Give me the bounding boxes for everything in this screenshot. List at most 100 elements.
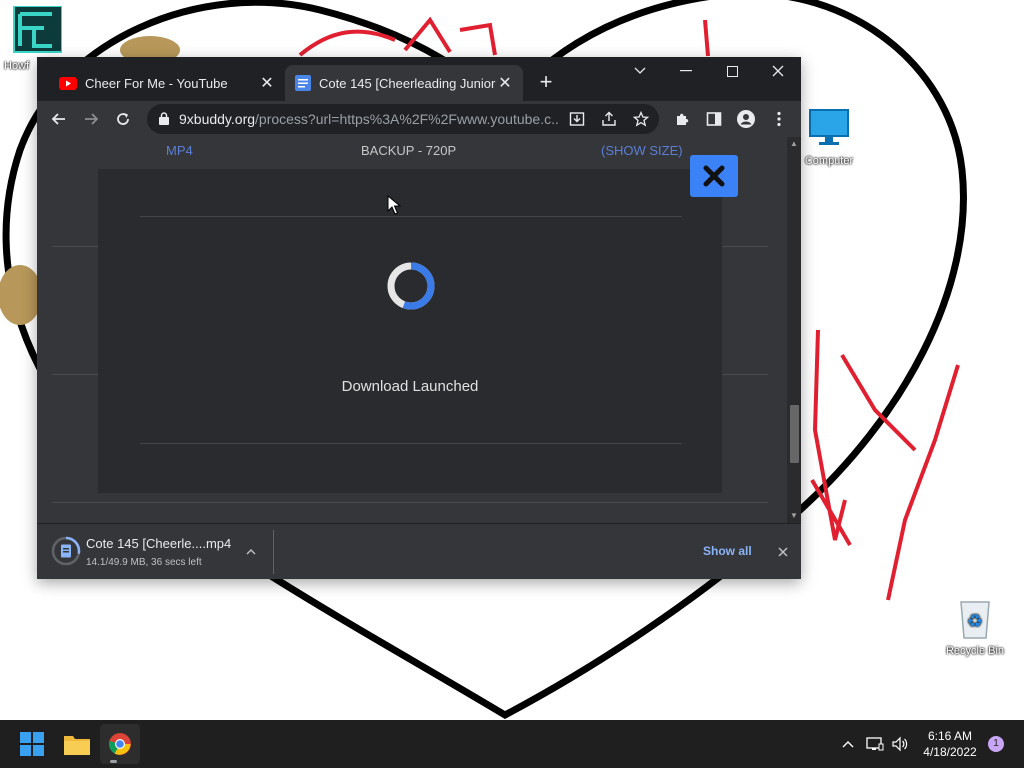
address-bar[interactable]: 9xbuddy.org/process?url=https%3A%2F%2Fww…	[147, 104, 659, 134]
divider	[52, 246, 98, 247]
tab-title: Cote 145 [Cheerleading Junior 2	[319, 75, 497, 91]
vertical-scrollbar[interactable]: ▲ ▼	[787, 137, 801, 523]
desktop-icon-howf[interactable]: Howf	[4, 5, 63, 72]
running-indicator	[110, 760, 117, 763]
download-filename[interactable]: Cote 145 [Cheerle....mp4	[86, 536, 231, 551]
loading-spinner-icon	[387, 262, 435, 310]
download-progress-icon	[51, 536, 81, 566]
desktop-icon-computer[interactable]: Computer	[800, 108, 858, 167]
download-bar: Cote 145 [Cheerle....mp4 14.1/49.9 MB, 3…	[37, 523, 801, 579]
chevron-up-icon	[842, 741, 854, 748]
show-all-button[interactable]: Show all	[703, 544, 752, 558]
youtube-icon	[59, 76, 77, 90]
network-icon	[866, 737, 884, 751]
recycle-bin-icon: ♻	[960, 601, 990, 639]
modal-divider	[140, 443, 682, 444]
install-app-button[interactable]	[565, 107, 589, 131]
volume-icon	[892, 736, 908, 752]
minimize-button[interactable]	[663, 57, 709, 85]
scrollbar-thumb[interactable]	[790, 405, 799, 463]
chevron-up-icon[interactable]	[246, 548, 256, 555]
tab-strip: Cheer For Me - YouTube ✕ Cote 145 [Cheer…	[37, 57, 801, 101]
close-tab-icon[interactable]: ✕	[259, 75, 275, 92]
url-path: /process?url=https%3A%2F%2Fwww.youtube.c…	[255, 111, 559, 127]
file-explorer-button[interactable]	[57, 724, 97, 764]
arrow-left-icon	[51, 113, 65, 125]
download-modal: Download Launched	[98, 169, 722, 493]
menu-button[interactable]	[767, 107, 791, 131]
taskbar: 6:16 AM 4/18/2022	[0, 720, 1024, 768]
extensions-button[interactable]	[671, 107, 695, 131]
scroll-up-arrow-icon[interactable]: ▲	[787, 137, 801, 151]
app-shortcut-icon	[13, 5, 63, 53]
reload-icon	[117, 113, 129, 125]
side-panel-button[interactable]	[702, 107, 726, 131]
page-content: MP4 BACKUP - 720P (SHOW SIZE) Download L…	[37, 137, 787, 523]
browser-toolbar: 9xbuddy.org/process?url=https%3A%2F%2Fww…	[37, 101, 801, 137]
clock[interactable]: 6:16 AM 4/18/2022	[918, 728, 982, 760]
close-window-button[interactable]	[755, 57, 801, 85]
format-label: MP4	[166, 143, 193, 158]
maximize-icon	[726, 65, 738, 77]
modal-divider	[140, 216, 682, 217]
chevron-down-icon	[634, 67, 646, 74]
show-hidden-icons-button[interactable]	[838, 720, 858, 768]
star-icon	[633, 111, 649, 127]
folder-icon	[64, 736, 90, 755]
divider	[722, 246, 768, 247]
svg-text:♻: ♻	[967, 611, 983, 632]
chrome-icon	[109, 733, 131, 755]
volume-button[interactable]	[888, 720, 912, 768]
new-tab-button[interactable]: +	[535, 71, 557, 93]
windows-logo-icon	[20, 732, 44, 756]
divider	[52, 374, 98, 375]
desktop-icon-recycle-bin[interactable]: ♻ Recycle Bin	[942, 596, 1008, 657]
desktop-icon-label: Recycle Bin	[945, 645, 1005, 657]
profile-avatar-icon	[737, 110, 755, 128]
browser-window: Cheer For Me - YouTube ✕ Cote 145 [Cheer…	[37, 57, 801, 579]
mouse-cursor-icon	[387, 195, 401, 215]
maximize-button[interactable]	[709, 57, 755, 85]
close-icon	[772, 65, 784, 77]
reload-button[interactable]	[111, 107, 135, 131]
share-button[interactable]	[597, 107, 621, 131]
network-button[interactable]	[864, 720, 886, 768]
url-host: 9xbuddy.org	[179, 111, 256, 127]
minimize-icon	[680, 70, 692, 72]
install-icon	[569, 112, 585, 126]
desktop-icon-label: Howf	[4, 60, 30, 72]
monitor-icon	[809, 109, 849, 145]
arrow-right-icon	[85, 113, 99, 125]
download-divider	[273, 530, 274, 574]
close-download-bar-icon[interactable]	[778, 547, 788, 557]
close-modal-button[interactable]	[690, 155, 738, 197]
clock-date: 4/18/2022	[923, 745, 977, 759]
clock-time: 6:16 AM	[927, 729, 973, 743]
tab-search-button[interactable]	[617, 57, 663, 85]
chrome-taskbar-button[interactable]	[100, 724, 140, 764]
notification-badge[interactable]: 1	[988, 736, 1004, 752]
url-text: 9xbuddy.org/process?url=https%3A%2F%2Fww…	[179, 111, 559, 127]
forward-button[interactable]	[79, 107, 103, 131]
back-button[interactable]	[47, 107, 71, 131]
download-launched-text: Download Launched	[341, 378, 479, 395]
divider	[722, 374, 768, 375]
close-icon	[703, 165, 725, 187]
puzzle-icon	[677, 113, 689, 125]
lock-icon	[159, 112, 169, 125]
start-button[interactable]	[12, 724, 52, 764]
side-panel-icon	[706, 112, 722, 126]
bookmark-button[interactable]	[629, 107, 653, 131]
tab-youtube[interactable]: Cheer For Me - YouTube ✕	[49, 65, 285, 101]
close-tab-icon[interactable]: ✕	[497, 75, 513, 92]
share-icon	[602, 111, 616, 126]
download-status: 14.1/49.9 MB, 36 secs left	[86, 557, 202, 568]
divider	[52, 502, 768, 503]
show-size-link[interactable]: (SHOW SIZE)	[601, 143, 683, 158]
tab-title: Cheer For Me - YouTube	[85, 75, 228, 91]
tab-cote-145[interactable]: Cote 145 [Cheerleading Junior 2 ✕	[285, 65, 523, 101]
profile-button[interactable]	[734, 107, 758, 131]
desktop-icon-label: Computer	[804, 155, 854, 167]
quality-label: BACKUP - 720P	[361, 143, 457, 158]
scroll-down-arrow-icon[interactable]: ▼	[787, 509, 801, 523]
